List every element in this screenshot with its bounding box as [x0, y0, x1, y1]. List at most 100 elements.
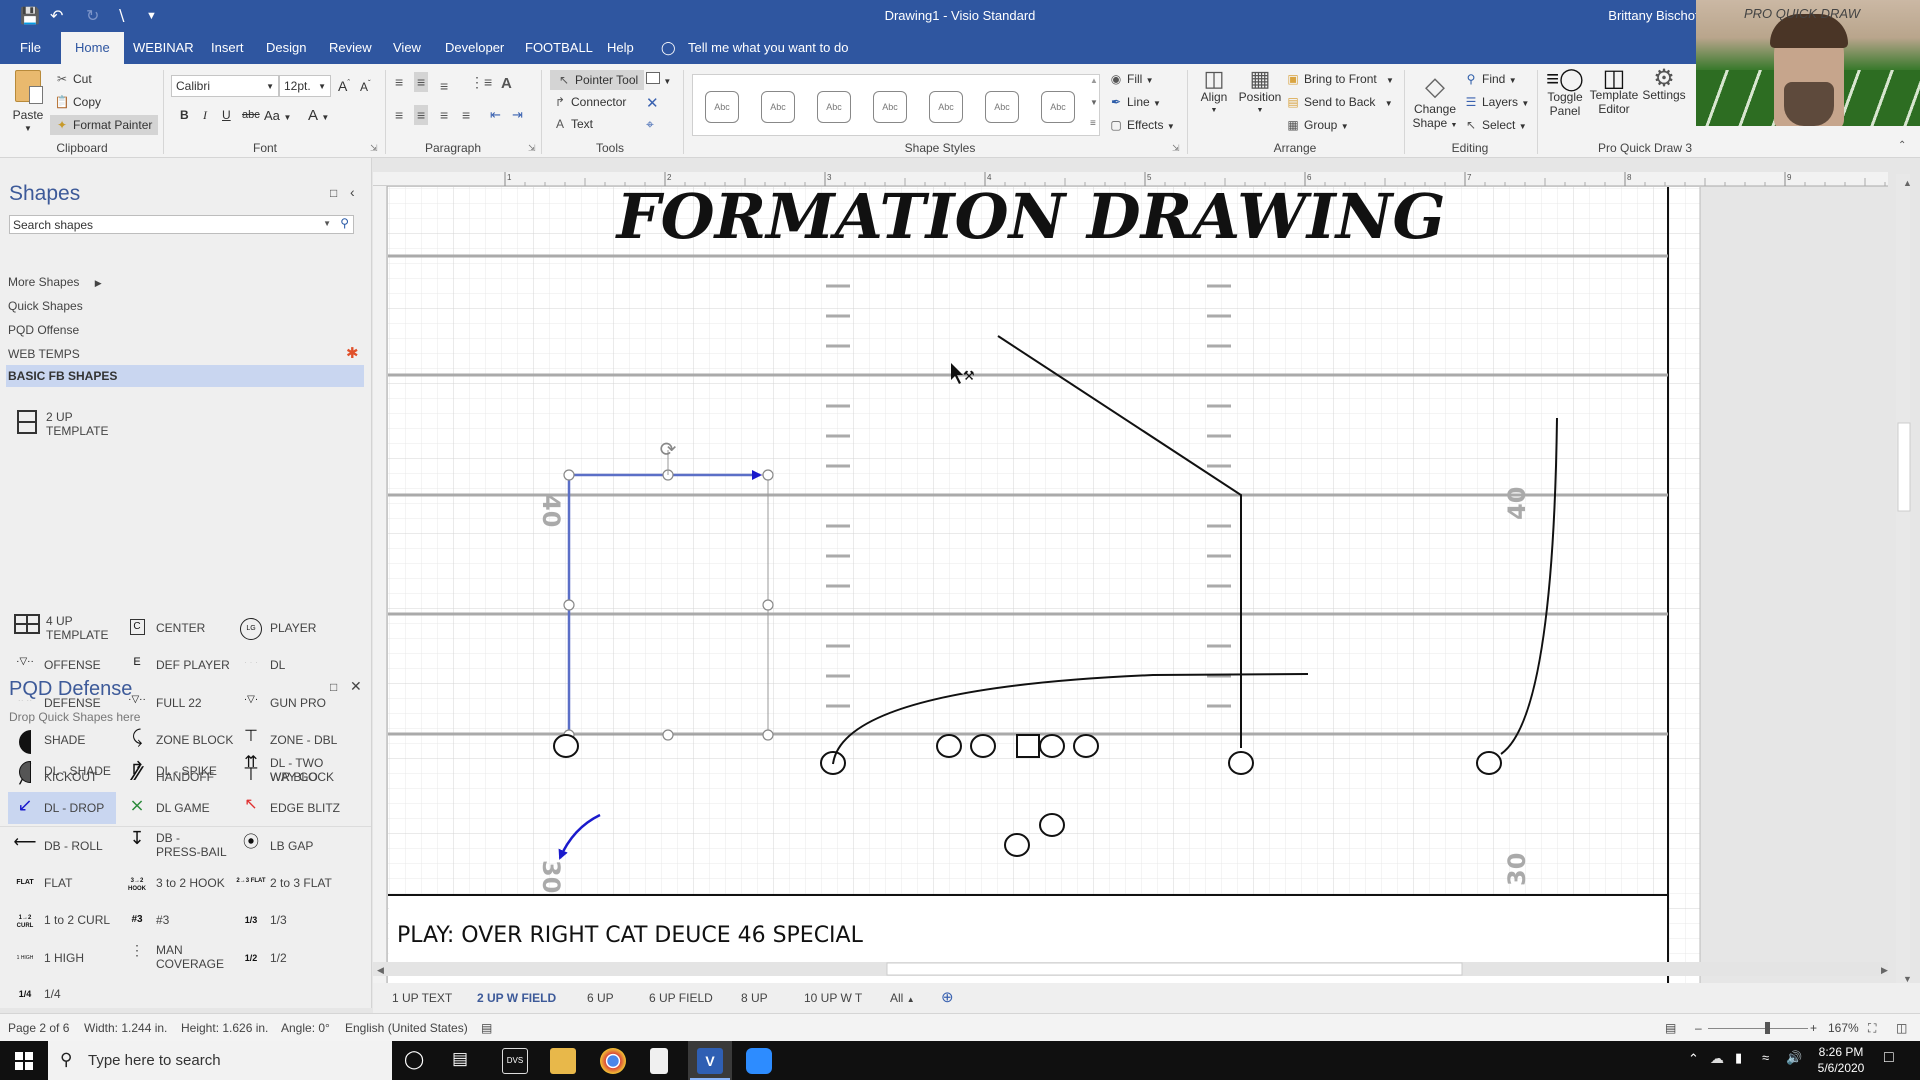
zoom-in-button[interactable]: +: [1810, 1021, 1817, 1035]
nav-quick-shapes[interactable]: Quick Shapes: [8, 299, 83, 313]
page-tab[interactable]: 6 UP FIELD: [649, 991, 713, 1005]
calculator-icon[interactable]: [650, 1048, 668, 1074]
player-qb[interactable]: [1039, 813, 1065, 837]
gallery-scroll-up-icon[interactable]: ▲: [1090, 76, 1098, 85]
search-shapes-input[interactable]: Search shapes ▼ ⚲: [9, 215, 354, 234]
tab-insert[interactable]: Insert: [211, 40, 244, 55]
font-dialog-launcher-icon[interactable]: ⇲: [370, 143, 378, 154]
tab-football[interactable]: FOOTBALL: [525, 40, 593, 55]
align-left-button[interactable]: ≡: [395, 107, 403, 123]
player-te[interactable]: [1228, 751, 1254, 775]
add-page-icon[interactable]: ⊕: [941, 988, 954, 1006]
battery-icon[interactable]: ▮: [1735, 1050, 1742, 1066]
grow-font-button[interactable]: Aˆ: [338, 78, 350, 94]
dvs-app-icon[interactable]: DVS: [502, 1048, 528, 1074]
horizontal-scroll-thumb[interactable]: [886, 962, 1463, 976]
tab-view[interactable]: View: [393, 40, 421, 55]
show-hidden-icons[interactable]: ⌃: [1688, 1051, 1699, 1067]
maximize-panel-icon[interactable]: □: [330, 186, 337, 200]
player-wr-left[interactable]: [553, 734, 579, 758]
selection-handle[interactable]: [662, 729, 674, 741]
fill-button[interactable]: ◉ Fill ▼: [1108, 72, 1154, 86]
style-swatch[interactable]: Abc: [761, 91, 795, 123]
bring-to-front-button[interactable]: ▣ Bring to Front ▼: [1285, 72, 1394, 86]
drawing-canvas[interactable]: 123456789109876 FORMATION DRAWING 40 30 …: [373, 158, 1920, 1010]
scroll-left-icon[interactable]: ◀: [377, 965, 384, 975]
gallery-expand-icon[interactable]: ≡: [1090, 118, 1096, 129]
bold-button[interactable]: B: [180, 108, 189, 122]
scroll-right-icon[interactable]: ▶: [1881, 965, 1888, 975]
player-lg[interactable]: [970, 734, 996, 758]
layers-button[interactable]: ☰ Layers ▼: [1463, 95, 1530, 109]
play-name[interactable]: PLAY: OVER RIGHT CAT DEUCE 46 SPECIAL: [397, 923, 864, 948]
tab-developer[interactable]: Developer: [445, 40, 504, 55]
font-family-select[interactable]: Calibri ▼: [171, 75, 279, 97]
shape-styles-dialog-launcher-icon[interactable]: ⇲: [1172, 143, 1180, 154]
page-tab[interactable]: 8 UP: [741, 991, 768, 1005]
tell-me-search[interactable]: Tell me what you want to do: [688, 40, 848, 55]
selection-handle[interactable]: [762, 469, 774, 481]
style-swatch[interactable]: Abc: [817, 91, 851, 123]
style-swatch[interactable]: Abc: [929, 91, 963, 123]
align-top-button[interactable]: ≡: [395, 74, 403, 90]
tab-review[interactable]: Review: [329, 40, 372, 55]
group-button[interactable]: ▦ Group ▼: [1285, 118, 1348, 132]
tab-home[interactable]: Home: [61, 32, 124, 64]
style-swatch[interactable]: Abc: [705, 91, 739, 123]
file-explorer-icon[interactable]: [550, 1048, 576, 1074]
settings-button[interactable]: ⚙ Settings: [1640, 67, 1688, 103]
change-case-button[interactable]: Aa ▼: [264, 108, 291, 123]
font-size-select[interactable]: 12pt. ▼: [279, 75, 331, 97]
zoom-app-icon[interactable]: [746, 1048, 772, 1074]
selection-handle[interactable]: [762, 729, 774, 741]
nav-pqd-offense[interactable]: PQD Offense: [8, 323, 79, 337]
page-tab[interactable]: 6 UP: [587, 991, 614, 1005]
all-pages-tab[interactable]: All ▲: [890, 991, 915, 1005]
zoom-level[interactable]: 167%: [1828, 1021, 1859, 1035]
page-tab-active[interactable]: 2 UP W FIELD: [477, 991, 556, 1005]
switch-windows-icon[interactable]: ◫: [1896, 1021, 1907, 1035]
select-button[interactable]: ↖ Select ▼: [1463, 118, 1527, 132]
maximize-panel-icon[interactable]: □: [330, 680, 337, 694]
send-to-back-button[interactable]: ▤ Send to Back ▼: [1285, 95, 1392, 109]
pointer-tool-button[interactable]: ↖ Pointer Tool: [550, 70, 645, 90]
rotate-handle-icon[interactable]: ⟳: [660, 439, 677, 461]
shape-styles-gallery[interactable]: Abc Abc Abc Abc Abc Abc Abc: [692, 74, 1100, 136]
volume-icon[interactable]: 🔊: [1786, 1050, 1802, 1066]
strikethrough-button[interactable]: abc: [242, 109, 260, 121]
language[interactable]: English (United States): [345, 1021, 468, 1035]
player-rg[interactable]: [1039, 734, 1065, 758]
text-tool-button[interactable]: A Text: [552, 117, 593, 131]
presentation-mode-icon[interactable]: ▤: [1665, 1021, 1676, 1035]
nav-web-temps[interactable]: WEB TEMPS: [8, 347, 80, 361]
taskbar-search-box[interactable]: ⚲ Type here to search: [48, 1041, 392, 1080]
nav-basic-fb-shapes[interactable]: BASIC FB SHAPES: [6, 365, 364, 387]
windows-start-icon[interactable]: [15, 1052, 33, 1070]
collapse-panel-icon[interactable]: ‹: [350, 184, 355, 200]
tab-help[interactable]: Help: [607, 40, 634, 55]
tab-webinar[interactable]: WEBINAR: [133, 40, 194, 55]
connection-point-button[interactable]: ✕: [646, 94, 659, 112]
align-button[interactable]: ◫ Align ▼: [1195, 68, 1233, 118]
template-editor-button[interactable]: ◫ Template Editor: [1588, 67, 1640, 117]
player-lt[interactable]: [936, 734, 962, 758]
align-right-button[interactable]: ≡: [440, 107, 448, 123]
align-bottom-button[interactable]: ≡: [440, 78, 448, 94]
vertical-scroll-thumb[interactable]: [1897, 422, 1911, 512]
format-painter-button[interactable]: ✦ Format Painter: [50, 115, 159, 135]
visio-taskbar-item[interactable]: V: [688, 1041, 732, 1080]
player-rb[interactable]: [1004, 833, 1030, 857]
increase-indent-button[interactable]: ⇥: [512, 107, 523, 123]
player-wr-right[interactable]: [1476, 751, 1502, 775]
page-indicator[interactable]: Page 2 of 6: [8, 1021, 69, 1035]
line-button[interactable]: ✒ Line ▼: [1108, 95, 1161, 109]
collapse-ribbon-icon[interactable]: ⌃: [1898, 140, 1906, 151]
style-swatch[interactable]: Abc: [985, 91, 1019, 123]
change-shape-button[interactable]: ◇ Change Shape ▼: [1412, 72, 1458, 133]
wifi-icon[interactable]: ≈: [1762, 1050, 1769, 1065]
copy-button[interactable]: 📋 Copy: [54, 95, 102, 109]
style-swatch[interactable]: Abc: [873, 91, 907, 123]
search-icon[interactable]: ⚲: [340, 216, 349, 230]
nav-more-shapes[interactable]: More Shapes ▶: [8, 275, 102, 289]
align-center-button[interactable]: ≡: [414, 105, 429, 125]
